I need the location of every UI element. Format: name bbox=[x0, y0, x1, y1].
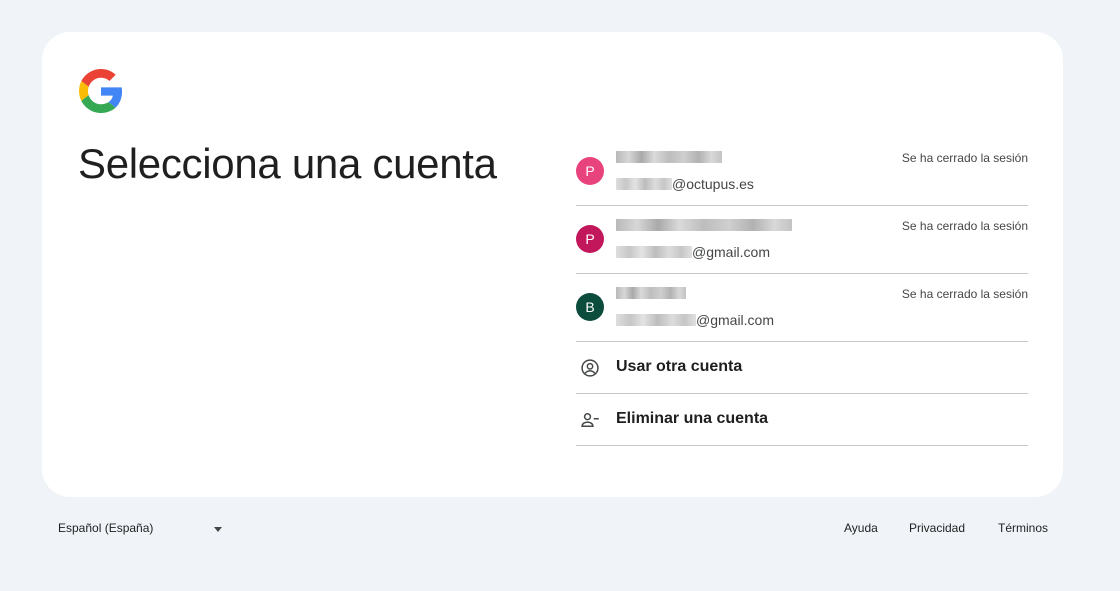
terms-link[interactable]: Términos bbox=[998, 521, 1048, 535]
account-name-redacted bbox=[616, 219, 792, 231]
status-text: Se ha cerrado la sesión bbox=[901, 219, 1028, 233]
email-domain: @gmail.com bbox=[696, 312, 775, 328]
status-text: Se ha cerrado la sesión bbox=[901, 151, 1028, 165]
account-email: @octupus.es bbox=[616, 176, 754, 192]
help-link[interactable]: Ayuda bbox=[844, 521, 878, 535]
account-circle-icon bbox=[580, 358, 600, 378]
language-selector[interactable]: Español (España) bbox=[58, 521, 226, 535]
avatar: P bbox=[576, 157, 604, 185]
language-label: Español (España) bbox=[58, 521, 154, 535]
remove-account-button[interactable]: Eliminar una cuenta bbox=[576, 394, 1028, 446]
privacy-link[interactable]: Privacidad bbox=[909, 521, 965, 535]
page-title: Selecciona una cuenta bbox=[78, 140, 497, 187]
avatar: B bbox=[576, 293, 604, 321]
account-name-redacted bbox=[616, 151, 722, 163]
use-other-account-label: Usar otra cuenta bbox=[616, 358, 743, 375]
account-chooser-card: Selecciona una cuenta P @octupus.es Se h… bbox=[42, 32, 1063, 497]
avatar: P bbox=[576, 225, 604, 253]
email-domain: @octupus.es bbox=[672, 176, 754, 192]
status-text: Se ha cerrado la sesión bbox=[901, 287, 1028, 301]
use-other-account-button[interactable]: Usar otra cuenta bbox=[576, 342, 1028, 394]
footer: Español (España) Ayuda Privacidad Términ… bbox=[0, 519, 1120, 539]
account-email: @gmail.com bbox=[616, 244, 770, 260]
account-item[interactable]: B @gmail.com Se ha cerrado la sesión bbox=[576, 274, 1028, 342]
remove-account-label: Eliminar una cuenta bbox=[616, 410, 769, 427]
account-item[interactable]: P @gmail.com Se ha cerrado la sesión bbox=[576, 206, 1028, 274]
account-name-redacted bbox=[616, 287, 686, 299]
google-logo bbox=[79, 69, 123, 113]
email-domain: @gmail.com bbox=[692, 244, 771, 260]
chevron-down-icon bbox=[214, 527, 222, 532]
email-redacted bbox=[616, 246, 692, 258]
account-item[interactable]: P @octupus.es Se ha cerrado la sesión bbox=[576, 138, 1028, 206]
email-redacted bbox=[616, 314, 696, 326]
account-list: P @octupus.es Se ha cerrado la sesión P … bbox=[576, 138, 1028, 446]
person-remove-icon bbox=[580, 410, 600, 430]
email-redacted bbox=[616, 178, 672, 190]
account-email: @gmail.com bbox=[616, 312, 774, 328]
